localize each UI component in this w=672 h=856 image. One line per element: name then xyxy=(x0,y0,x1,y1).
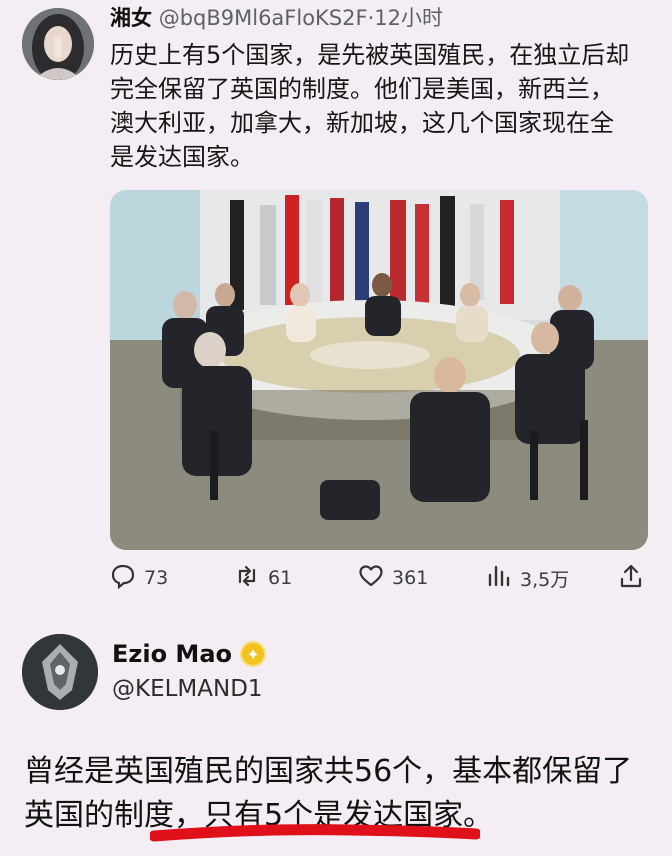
reply-author-name[interactable]: Ezio Mao xyxy=(112,640,232,668)
retweet-icon xyxy=(234,563,260,594)
retweet-count: 61 xyxy=(268,567,293,589)
tweet-timestamp[interactable]: ·12小时 xyxy=(368,6,443,30)
tweet-photo[interactable] xyxy=(110,190,648,550)
author-handle[interactable]: @bqB9Ml6aFloKS2F xyxy=(159,6,368,30)
like-icon xyxy=(358,563,384,594)
tweet-actions: 73 61 361 3,5万 xyxy=(110,560,650,596)
views-icon xyxy=(486,563,512,594)
author-avatar[interactable] xyxy=(22,8,94,80)
reply-author-row: Ezio Mao ✦ xyxy=(112,640,266,668)
retweet-action[interactable]: 61 xyxy=(234,560,292,596)
tweet-header: 湘女 @bqB9Ml6aFloKS2F·12小时 xyxy=(110,2,443,34)
reply-author-handle[interactable]: @KELMAND1 xyxy=(112,676,263,702)
like-action[interactable]: 361 xyxy=(358,560,428,596)
reply-action[interactable]: 73 xyxy=(110,560,168,596)
share-icon xyxy=(618,563,644,594)
reply-count: 73 xyxy=(144,567,169,589)
like-count: 361 xyxy=(392,567,429,589)
views-action[interactable]: 3,5万 xyxy=(486,560,569,596)
tweet-text: 历史上有5个国家，是先被英国殖民，在独立后却完全保留了英国的制度。他们是美国，新… xyxy=(110,41,630,171)
reply-author-avatar[interactable] xyxy=(22,634,98,710)
red-highlight-underline xyxy=(148,822,482,844)
verified-badge-icon: ✦ xyxy=(240,641,266,667)
author-name[interactable]: 湘女 xyxy=(110,6,152,30)
reply-icon xyxy=(110,563,136,594)
views-count: 3,5万 xyxy=(520,568,570,591)
share-action[interactable] xyxy=(618,560,644,596)
